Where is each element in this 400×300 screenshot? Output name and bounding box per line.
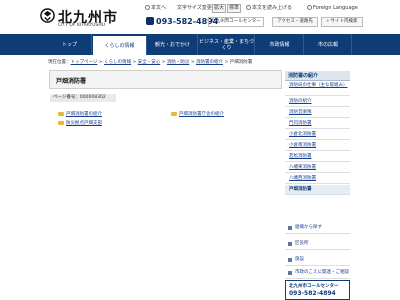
folder-icon <box>171 112 177 116</box>
breadcrumb-current: 戸畑消防署 <box>229 60 253 65</box>
font-size-standard-button[interactable]: 標準 <box>227 4 241 13</box>
bullet-icon <box>288 271 292 275</box>
nav-item-city-info[interactable]: 市政情報 <box>256 34 304 55</box>
site-header: 北九州市 CITY OF KITAKYUSHU 本文へ 文字サイズ変更 拡大 標… <box>0 0 400 34</box>
sidebar-item[interactable]: 八幡東消防署 <box>285 163 350 173</box>
sidebar-link-organization[interactable]: 組織から探す <box>285 222 350 234</box>
nav-item-business[interactable]: ビジネス・産業・まちづくり <box>199 34 255 55</box>
sidebar-heading: 消防署の紹介 <box>285 71 350 81</box>
site-search-button[interactable]: ⌕ サイト内検索 <box>321 17 363 27</box>
bullet-icon <box>288 226 292 230</box>
sidebar-link-consultation[interactable]: 市政のこえに関連・ご相談 <box>285 267 350 279</box>
call-center-box[interactable]: 北九州市コールセンター 093-582-4894 <box>285 280 350 300</box>
logo-subtitle: CITY OF KITAKYUSHU <box>58 23 106 28</box>
content-link[interactable]: 戸畑消防署庁舎の紹介 <box>171 111 224 117</box>
nav-item-top[interactable]: トップ <box>48 34 92 55</box>
sidebar-link-ward-office[interactable]: 区役所 <box>285 238 350 250</box>
breadcrumb: 現在位置：トップページ > くらしの情報 > 安全・安心 > 消防・防災 > 消… <box>48 60 253 65</box>
sidebar-item[interactable]: 門司消防署 <box>285 119 350 129</box>
speaker-icon <box>246 5 251 10</box>
breadcrumb-link[interactable]: 消防・防災 <box>167 60 190 65</box>
global-nav: トップ くらしの情報 観光・おでかけ ビジネス・産業・まちづくり 市政情報 市の… <box>0 34 400 55</box>
nav-item-pr[interactable]: 市の広報 <box>305 34 352 55</box>
sidebar-item-current[interactable]: 戸畑消防署 <box>285 185 350 195</box>
content-link[interactable]: 防災拠点戸畑支部 <box>58 120 102 126</box>
sidebar-item[interactable]: 消防の紹介 <box>285 97 350 107</box>
sidebar-item[interactable]: 消防音楽隊 <box>285 108 350 118</box>
page-title-box: 戸畑消防署 <box>49 70 282 89</box>
breadcrumb-link[interactable]: 安全・安心 <box>138 60 161 65</box>
arrow-icon <box>145 5 150 10</box>
call-center-box-phone: 093-582-4894 <box>289 290 336 297</box>
sidebar-item[interactable]: 小倉北消防署 <box>285 130 350 140</box>
skip-to-content-link[interactable]: 本文へ <box>145 4 166 13</box>
sidebar-item[interactable]: 小倉南消防署 <box>285 141 350 151</box>
breadcrumb-link[interactable]: トップページ <box>71 60 98 65</box>
city-emblem-icon <box>40 8 55 23</box>
sidebar-item[interactable]: 消防局の仕事（主な取組み） <box>285 82 350 96</box>
nav-item-life[interactable]: くらしの情報 <box>93 34 147 55</box>
bullet-icon <box>288 258 292 262</box>
phone-icon <box>146 17 154 25</box>
sidebar-item[interactable]: 若松消防署 <box>285 152 350 162</box>
font-size-label: 文字サイズ変更 <box>177 5 212 11</box>
foreign-language-link[interactable]: Foreign Language <box>307 4 358 13</box>
access-button[interactable]: アクセス・道路先 <box>272 17 318 27</box>
call-center-link[interactable]: 北九州市コールセンター <box>208 17 264 27</box>
bullet-icon <box>288 242 292 246</box>
content-link[interactable]: 戸畑消防署の紹介 <box>58 111 102 117</box>
page-id: ページ番号：000008302 <box>50 94 116 102</box>
search-icon: ⌕ <box>326 19 330 24</box>
font-size-large-button[interactable]: 拡大 <box>212 4 226 13</box>
breadcrumb-link[interactable]: くらしの情報 <box>104 60 131 65</box>
speech-link[interactable]: 本文を読み上げる <box>246 4 292 13</box>
sidebar-item[interactable]: 八幡西消防署 <box>285 174 350 184</box>
sidebar-link-facilities[interactable]: 施設 <box>285 254 350 266</box>
nav-item-tourism[interactable]: 観光・おでかけ <box>148 34 198 55</box>
page-title: 戸畑消防署 <box>56 78 87 85</box>
folder-icon <box>58 121 64 125</box>
globe-icon <box>307 5 312 10</box>
folder-icon <box>58 112 64 116</box>
call-center-label: 北九州市コールセンター <box>289 284 339 289</box>
breadcrumb-link[interactable]: 消防署の紹介 <box>196 60 223 65</box>
